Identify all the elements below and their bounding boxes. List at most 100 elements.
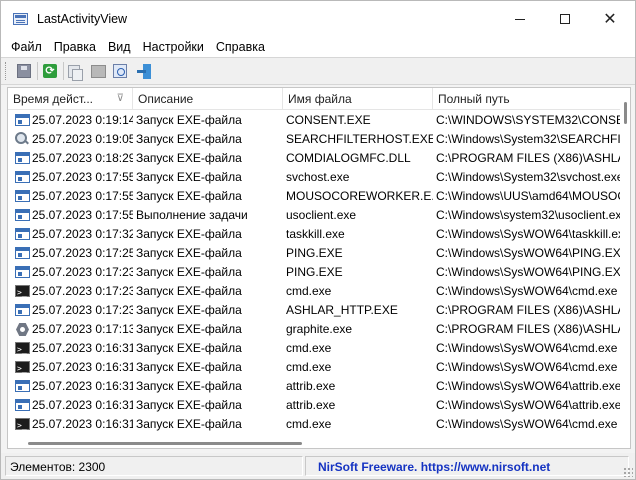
column-header-description[interactable]: Описание xyxy=(133,88,283,110)
toolbar-grip[interactable] xyxy=(5,62,8,80)
cell-description: Запуск EXE-файла xyxy=(136,151,242,165)
cell-filename: usoclient.exe xyxy=(286,208,357,222)
toolbar: ⟳ xyxy=(1,57,635,85)
cell-fullpath: C:\Windows\system32\usoclient.exe xyxy=(436,208,620,222)
time-text: 25.07.2023 0:17:32 xyxy=(32,227,133,241)
table-row[interactable]: 25.07.2023 0:17:13 Запуск EXE-файла graphi… xyxy=(8,320,620,339)
app-window: LastActivityView ✕ Файл Правка Вид Настр… xyxy=(0,0,636,480)
console-icon xyxy=(15,283,30,301)
cell-fullpath: C:\Windows\System32\svchost.exe xyxy=(436,170,620,184)
table-row[interactable]: 25.07.2023 0:16:31 Запуск EXE-файла attrib… xyxy=(8,377,620,396)
table-row[interactable]: 25.07.2023 0:16:31Запуск EXE-файла cmd.ex… xyxy=(8,358,620,377)
menu-settings[interactable]: Настройки xyxy=(137,38,210,56)
table-row[interactable]: 25.07.2023 0:18:29 Запуск EXE-файла COMDIA… xyxy=(8,149,620,168)
horizontal-scrollbar[interactable] xyxy=(8,436,620,448)
cell-filename: PING.EXE xyxy=(286,246,343,260)
list-header: Время дейст... ⊽ Описание Имя файла Полн… xyxy=(8,88,620,110)
column-header-fullpath[interactable]: Полный путь xyxy=(433,88,623,110)
cell-fullpath: C:\PROGRAM FILES (X86)\ASHLAR xyxy=(436,303,620,317)
menu-file[interactable]: Файл xyxy=(5,38,48,56)
table-row[interactable]: 25.07.2023 0:17:23 Запуск EXE-файла ASHLAR… xyxy=(8,301,620,320)
cell-filename: cmd.exe xyxy=(286,284,332,298)
horizontal-scroll-thumb[interactable] xyxy=(28,442,302,445)
application-icon xyxy=(15,190,30,202)
activity-list[interactable]: Время дейст... ⊽ Описание Имя файла Полн… xyxy=(7,87,631,449)
cell-fullpath: C:\PROGRAM FILES (X86)\ASHLAR xyxy=(436,322,620,336)
column-label: Время дейст... xyxy=(13,92,93,106)
time-text: 25.07.2023 0:16:31 xyxy=(32,341,133,355)
table-row[interactable]: 25.07.2023 0:17:25 Запуск EXE-файла PING.E… xyxy=(8,244,620,263)
cell-filename: ASHLAR_HTTP.EXE xyxy=(286,303,398,317)
time-text: 25.07.2023 0:19:05 xyxy=(32,132,133,146)
time-text: 25.07.2023 0:17:23 xyxy=(32,284,133,298)
table-row[interactable]: 25.07.2023 0:17:32 Запуск EXE-файла taskki… xyxy=(8,225,620,244)
cell-time: 25.07.2023 0:17:23 xyxy=(11,282,133,301)
toolbar-separator xyxy=(37,62,38,80)
exit-button[interactable] xyxy=(133,61,155,81)
application-icon xyxy=(15,228,30,240)
vertical-scrollbar[interactable] xyxy=(620,88,630,436)
close-button[interactable]: ✕ xyxy=(587,1,633,37)
save-button[interactable] xyxy=(13,61,35,81)
cell-fullpath: C:\Windows\SysWOW64\attrib.exe xyxy=(436,379,620,393)
table-row[interactable]: 25.07.2023 0:17:55 Выполнение задачи usocl… xyxy=(8,206,620,225)
table-row[interactable]: 25.07.2023 0:17:23Запуск EXE-файла cmd.ex… xyxy=(8,282,620,301)
cell-time: 25.07.2023 0:16:31 xyxy=(11,339,133,358)
menu-help[interactable]: Справка xyxy=(210,38,271,56)
resize-grip-icon[interactable] xyxy=(623,467,633,477)
cell-filename: graphite.exe xyxy=(286,322,353,336)
refresh-icon: ⟳ xyxy=(43,64,57,78)
column-header-filename[interactable]: Имя файла xyxy=(283,88,433,110)
cell-fullpath: C:\WINDOWS\SYSTEM32\CONSENT.EXE xyxy=(436,113,620,127)
menu-view[interactable]: Вид xyxy=(102,38,137,56)
menu-bar: Файл Правка Вид Настройки Справка xyxy=(1,37,635,57)
table-row[interactable]: 25.07.2023 0:16:31Запуск EXE-файла cmd.ex… xyxy=(8,415,620,433)
time-text: 25.07.2023 0:16:31 xyxy=(32,417,133,431)
table-row[interactable]: 25.07.2023 0:19:14 Запуск EXE-файла CONSEN… xyxy=(8,111,620,130)
application-icon xyxy=(15,171,30,183)
application-icon xyxy=(15,266,30,278)
search-icon xyxy=(15,132,30,147)
table-row[interactable]: 25.07.2023 0:17:23 Запуск EXE-файла PING.E… xyxy=(8,263,620,282)
close-icon: ✕ xyxy=(603,11,617,28)
table-row[interactable]: 25.07.2023 0:19:05 Запуск EXE-файла SEARCH… xyxy=(8,130,620,149)
minimize-button[interactable] xyxy=(497,1,543,37)
cell-time: 25.07.2023 0:17:13 xyxy=(11,320,133,339)
application-icon xyxy=(15,380,30,392)
cell-description: Запуск EXE-файла xyxy=(136,284,242,298)
cell-description: Запуск EXE-файла xyxy=(136,227,242,241)
application-icon xyxy=(15,399,30,411)
cell-description: Запуск EXE-файла xyxy=(136,322,242,336)
html-report-button[interactable] xyxy=(87,61,109,81)
cell-time: 25.07.2023 0:17:23 xyxy=(11,263,133,282)
table-row[interactable]: 25.07.2023 0:16:31Запуск EXE-файла cmd.ex… xyxy=(8,339,620,358)
cell-description: Запуск EXE-файла xyxy=(136,113,242,127)
cell-fullpath: C:\PROGRAM FILES (X86)\ASHLAR xyxy=(436,151,620,165)
vertical-scroll-thumb[interactable] xyxy=(624,102,627,124)
table-row[interactable]: 25.07.2023 0:17:55 Запуск EXE-файла svchos… xyxy=(8,168,620,187)
application-icon xyxy=(15,247,30,259)
cell-fullpath: C:\Windows\SysWOW64\taskkill.exe xyxy=(436,227,620,241)
cell-fullpath: C:\Windows\SysWOW64\cmd.exe xyxy=(436,284,618,298)
window-title: LastActivityView xyxy=(37,12,128,26)
column-header-time[interactable]: Время дейст... ⊽ xyxy=(8,88,133,110)
cell-fullpath: C:\Windows\UUS\amd64\MOUSOCOREWORKER.EXE xyxy=(436,189,620,203)
refresh-button[interactable]: ⟳ xyxy=(39,61,61,81)
find-button[interactable] xyxy=(109,61,131,81)
time-text: 25.07.2023 0:17:55 xyxy=(32,170,133,184)
cell-description: Запуск EXE-файла xyxy=(136,246,242,260)
copy-button[interactable] xyxy=(63,61,85,81)
cell-filename: cmd.exe xyxy=(286,417,332,431)
title-bar[interactable]: LastActivityView ✕ xyxy=(1,1,635,37)
table-row[interactable]: 25.07.2023 0:16:31 Запуск EXE-файла attrib… xyxy=(8,396,620,415)
menu-edit[interactable]: Правка xyxy=(48,38,102,56)
cell-filename: attrib.exe xyxy=(286,379,336,393)
maximize-button[interactable] xyxy=(542,1,588,37)
console-icon xyxy=(15,359,30,377)
application-icon xyxy=(15,152,30,164)
cell-description: Запуск EXE-файла xyxy=(136,170,242,184)
table-row[interactable]: 25.07.2023 0:17:55 Запуск EXE-файла MOUSOC… xyxy=(8,187,620,206)
nirsoft-link[interactable]: NirSoft Freeware. https://www.nirsoft.ne… xyxy=(305,456,629,476)
cell-description: Запуск EXE-файла xyxy=(136,189,242,203)
cell-time: 25.07.2023 0:17:23 xyxy=(11,301,133,320)
